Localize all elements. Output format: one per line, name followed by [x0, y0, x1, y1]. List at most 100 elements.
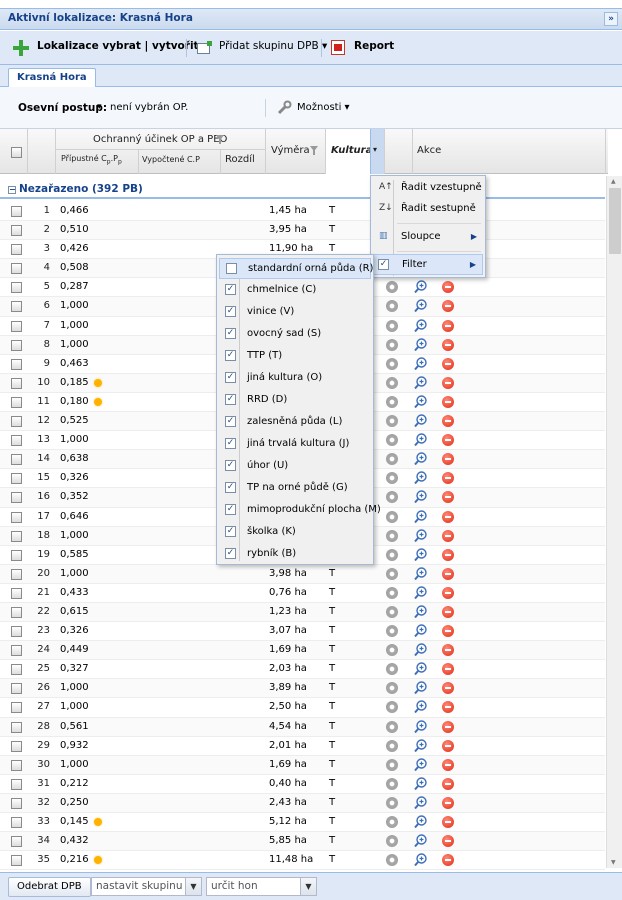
- gear-icon[interactable]: [386, 682, 398, 695]
- add-group-button[interactable]: Přidat skupinu DPB ▾: [219, 40, 327, 52]
- dropdown-arrow-icon[interactable]: ▾: [97, 102, 102, 112]
- delete-icon[interactable]: [442, 777, 454, 790]
- zoom-in-icon[interactable]: [414, 528, 427, 543]
- delete-icon[interactable]: [442, 472, 454, 485]
- columns-item[interactable]: ▥ Sloupce ▶: [373, 227, 483, 248]
- delete-icon[interactable]: [442, 281, 454, 294]
- filter-option-checkbox[interactable]: ✓: [225, 284, 236, 295]
- delete-icon[interactable]: [442, 434, 454, 447]
- table-row[interactable]: 25 0,327 2,03 ha T: [0, 660, 605, 680]
- filter-option[interactable]: ✓ chmelnice (C): [219, 280, 371, 301]
- zoom-in-icon[interactable]: [414, 758, 427, 772]
- col-culture[interactable]: Kultura: [331, 145, 372, 156]
- scrollbar-thumb[interactable]: [609, 188, 621, 254]
- gear-icon[interactable]: [386, 663, 398, 676]
- zoom-in-icon[interactable]: [414, 357, 427, 371]
- table-row[interactable]: 35 0,216 11,48 ha T: [0, 851, 605, 871]
- filter-option-checkbox[interactable]: ✓: [225, 416, 236, 427]
- filter-option-checkbox[interactable]: ✓: [225, 504, 236, 515]
- filter-option[interactable]: ✓ jiná trvalá kultura (J): [219, 434, 371, 455]
- filter-option[interactable]: ✓ ovocný sad (S): [219, 324, 371, 345]
- zoom-in-icon[interactable]: [414, 547, 427, 562]
- delete-icon[interactable]: [442, 510, 454, 523]
- zoom-in-icon[interactable]: [414, 815, 427, 829]
- gear-icon[interactable]: [386, 357, 398, 370]
- gear-icon[interactable]: [386, 701, 398, 714]
- gear-icon[interactable]: [386, 796, 398, 809]
- zoom-in-icon[interactable]: [414, 490, 427, 504]
- group-row-unassigned[interactable]: − Nezařazeno (392 PB): [0, 180, 605, 199]
- row-checkbox[interactable]: [11, 225, 22, 237]
- filter-option[interactable]: ✓ TTP (T): [219, 346, 371, 367]
- table-row[interactable]: 20 1,000 3,98 ha T: [0, 564, 605, 584]
- gear-icon[interactable]: [386, 472, 398, 485]
- gear-icon[interactable]: [386, 758, 398, 771]
- create-location-button[interactable]: Lokalizace vybrat | vytvořit: [37, 40, 199, 52]
- gear-icon[interactable]: [386, 453, 398, 466]
- filter-option-checkbox[interactable]: [226, 263, 237, 274]
- table-row[interactable]: 2 0,510 3,95 ha T: [0, 221, 605, 241]
- select-all-checkbox[interactable]: [11, 147, 22, 158]
- zoom-in-icon[interactable]: [414, 452, 427, 466]
- gear-icon[interactable]: [386, 586, 398, 599]
- zoom-in-icon[interactable]: [414, 796, 427, 810]
- filter-option-checkbox[interactable]: ✓: [225, 394, 236, 405]
- row-checkbox[interactable]: [11, 454, 22, 466]
- col-difference[interactable]: Rozdíl: [225, 154, 255, 165]
- gear-icon[interactable]: [386, 319, 398, 332]
- chevron-down-icon[interactable]: ▼: [300, 878, 316, 895]
- gear-icon[interactable]: [386, 644, 398, 657]
- table-row[interactable]: 34 0,432 5,85 ha T: [0, 832, 605, 852]
- gear-icon[interactable]: [386, 854, 398, 867]
- gear-icon[interactable]: [386, 567, 398, 580]
- delete-icon[interactable]: [442, 682, 454, 695]
- gear-icon[interactable]: [386, 300, 398, 313]
- scroll-up-icon[interactable]: ▲: [611, 178, 616, 185]
- sort-asc-item[interactable]: A↑ Řadit vzestupně: [373, 178, 483, 199]
- zoom-in-icon[interactable]: [414, 318, 427, 333]
- gear-icon[interactable]: [386, 739, 398, 752]
- row-checkbox[interactable]: [11, 396, 22, 408]
- gear-icon[interactable]: [386, 605, 398, 618]
- table-row[interactable]: 33 0,145 5,12 ha T: [0, 813, 605, 833]
- gear-icon[interactable]: [386, 281, 398, 294]
- row-checkbox[interactable]: [11, 282, 22, 294]
- collapse-group-icon[interactable]: −: [8, 186, 16, 194]
- row-checkbox[interactable]: [11, 358, 22, 370]
- filter-option-checkbox[interactable]: ✓: [225, 372, 236, 383]
- zoom-in-icon[interactable]: [414, 586, 427, 600]
- row-checkbox[interactable]: [11, 473, 22, 485]
- table-row[interactable]: 24 0,449 1,69 ha T: [0, 641, 605, 661]
- zoom-in-icon[interactable]: [414, 395, 427, 409]
- row-checkbox[interactable]: [11, 244, 22, 256]
- delete-icon[interactable]: [442, 796, 454, 809]
- zoom-in-icon[interactable]: [414, 643, 427, 657]
- table-row[interactable]: 32 0,250 2,43 ha T: [0, 793, 605, 813]
- delete-icon[interactable]: [442, 701, 454, 714]
- delete-icon[interactable]: [442, 835, 454, 848]
- row-checkbox[interactable]: [11, 606, 22, 618]
- zoom-in-icon[interactable]: [414, 299, 427, 313]
- zoom-in-icon[interactable]: [414, 777, 427, 791]
- row-checkbox[interactable]: [11, 416, 22, 428]
- hon-select[interactable]: určit hon ▼: [206, 877, 317, 896]
- table-row[interactable]: 26 1,000 3,89 ha T: [0, 679, 605, 699]
- row-checkbox[interactable]: [11, 817, 22, 828]
- row-checkbox[interactable]: [11, 740, 22, 752]
- zoom-in-icon[interactable]: [414, 662, 427, 676]
- delete-icon[interactable]: [442, 644, 454, 657]
- delete-icon[interactable]: [442, 529, 454, 542]
- gear-icon[interactable]: [386, 816, 398, 828]
- filter-option-checkbox[interactable]: ✓: [225, 350, 236, 361]
- row-checkbox[interactable]: [11, 587, 22, 599]
- filter-option-checkbox[interactable]: ✓: [225, 482, 236, 493]
- area-filter-icon[interactable]: [310, 146, 318, 155]
- filter-option-checkbox[interactable]: ✓: [225, 526, 236, 537]
- row-checkbox[interactable]: [11, 759, 22, 771]
- delete-icon[interactable]: [442, 739, 454, 752]
- gear-icon[interactable]: [386, 777, 398, 790]
- col-allowed[interactable]: Přípustné Cp.Pp: [61, 154, 122, 166]
- table-row[interactable]: 30 1,000 1,69 ha T: [0, 755, 605, 775]
- filter-option[interactable]: ✓ mimoprodukční plocha (M): [219, 500, 381, 521]
- row-checkbox[interactable]: [11, 549, 22, 561]
